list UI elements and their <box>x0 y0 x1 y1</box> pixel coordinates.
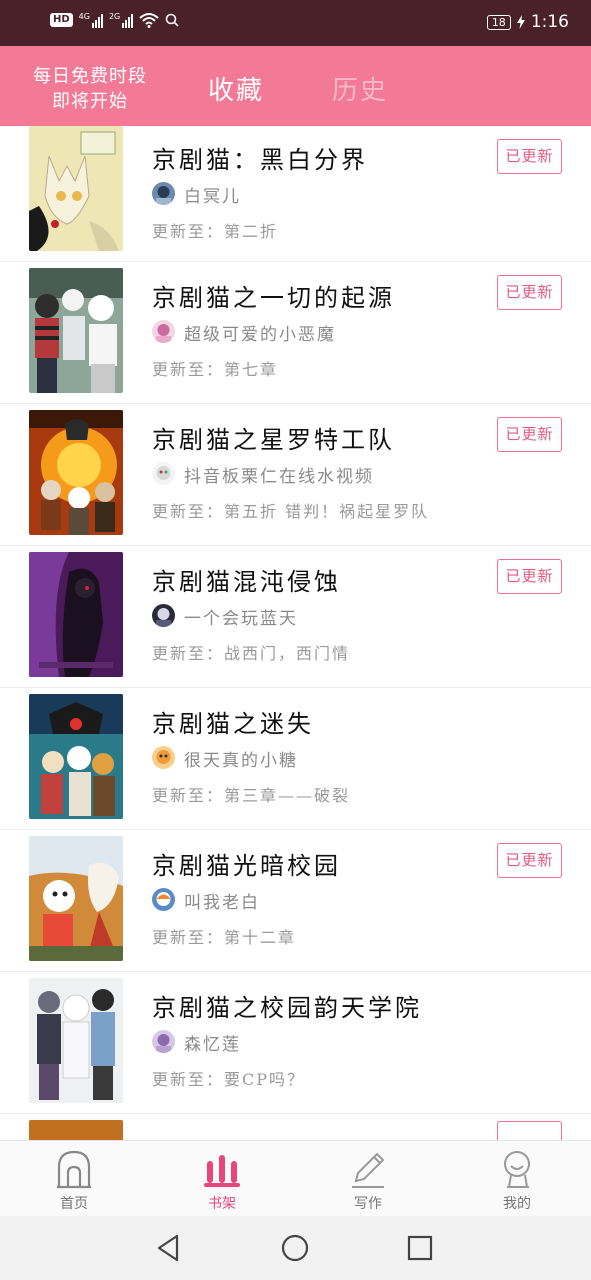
nav-bookshelf[interactable]: 书架 <box>172 1141 272 1217</box>
update-status: 更新至：第五折 错判！祸起星罗队 <box>152 502 430 521</box>
author-avatar <box>152 320 175 343</box>
bookshelf-list: 京剧猫：黑白分界 白冥儿 更新至：第二折 已更新 京剧猫之一切的起源 超级可爱的… <box>0 126 591 1140</box>
book-row[interactable]: 京剧猫：黑白分界 白冥儿 更新至：第二折 已更新 <box>0 126 591 262</box>
book-title: 京剧猫：黑白分界 <box>152 146 368 174</box>
book-cover-image[interactable] <box>29 694 123 819</box>
status-bar: HD 4G 2G 18 1:16 <box>0 0 591 46</box>
book-cover-image[interactable] <box>29 552 123 677</box>
author-avatar <box>152 746 175 769</box>
tab-history[interactable]: 历史 <box>332 70 388 107</box>
book-row[interactable]: 京剧猫之迷失 很天真的小糖 更新至：第三章——破裂 <box>0 688 591 830</box>
nav-home-label: 首页 <box>60 1196 88 1212</box>
update-status: 更新至：第七章 <box>152 360 279 379</box>
book-title: 京剧猫之一切的起源 <box>152 284 395 312</box>
nav-mine-label: 我的 <box>503 1196 531 1212</box>
update-status: 更新至：第三章——破裂 <box>152 786 351 805</box>
author-avatar <box>152 888 175 911</box>
search-icon <box>165 13 179 27</box>
signal-sim2-icon: 2G <box>108 12 134 28</box>
update-status: 更新至：第二折 <box>152 222 279 241</box>
book-title: 京剧猫之星罗特工队 <box>152 426 395 454</box>
book-cover-image[interactable] <box>29 410 123 535</box>
author-name: 超级可爱的小恶魔 <box>184 325 336 345</box>
status-right: 18 1:16 <box>486 12 569 32</box>
updated-badge <box>497 1121 562 1140</box>
author-avatar <box>152 1030 175 1053</box>
book-row[interactable]: 京剧猫混沌侵蚀 一个会玩蓝天 更新至：战西门，西门情 已更新 <box>0 546 591 688</box>
wifi-icon <box>139 13 159 28</box>
bottom-nav: 首页 书架 写作 我的 <box>0 1140 591 1216</box>
charging-icon <box>516 15 525 29</box>
person-bust-icon <box>504 1151 530 1188</box>
book-cover-image[interactable] <box>29 836 123 961</box>
home-arch-icon <box>57 1150 91 1189</box>
promo-line-2: 即将开始 <box>52 91 128 112</box>
book-title: 京剧猫之迷失 <box>152 710 314 738</box>
book-cover-image[interactable] <box>29 978 123 1103</box>
tab-favorites[interactable]: 收藏 <box>208 70 264 107</box>
author-avatar <box>152 462 175 485</box>
update-status: 更新至：第十二章 <box>152 928 297 947</box>
home-circle-icon[interactable] <box>279 1232 311 1264</box>
book-title: 京剧猫混沌侵蚀 <box>152 568 341 596</box>
book-row[interactable]: 京剧猫之一切的起源 超级可爱的小恶魔 更新至：第七章 已更新 <box>0 262 591 404</box>
nav-write[interactable]: 写作 <box>318 1141 418 1217</box>
pencil-icon <box>352 1152 385 1188</box>
clock: 1:16 <box>530 12 569 32</box>
book-row[interactable]: 京剧猫之校园韵天学院 森忆莲 更新至：要CP吗？ <box>0 972 591 1114</box>
book-title: 京剧猫光暗校园 <box>152 852 341 880</box>
sim1-network-label: 4G <box>78 12 90 21</box>
promo-line-1: 每日免费时段 <box>33 66 147 87</box>
book-cover-image[interactable] <box>29 268 123 393</box>
update-status: 更新至：要CP吗？ <box>152 1070 306 1089</box>
updated-badge: 已更新 <box>497 559 562 594</box>
book-cover-image[interactable] <box>29 126 123 251</box>
book-cover-image[interactable] <box>29 1120 123 1140</box>
book-row[interactable]: 京剧猫之星罗特工队 抖音板栗仁在线水视频 更新至：第五折 错判！祸起星罗队 已更… <box>0 404 591 546</box>
update-status: 更新至：战西门，西门情 <box>152 644 351 663</box>
nav-mine[interactable]: 我的 <box>467 1141 567 1217</box>
updated-badge: 已更新 <box>497 139 562 174</box>
updated-badge: 已更新 <box>497 417 562 452</box>
nav-write-label: 写作 <box>354 1196 382 1212</box>
author-name: 叫我老白 <box>184 893 260 913</box>
updated-badge: 已更新 <box>497 275 562 310</box>
author-avatar <box>152 182 175 205</box>
author-avatar <box>152 604 175 627</box>
book-row[interactable] <box>0 1114 591 1140</box>
signal-sim1-icon: 4G <box>79 12 103 28</box>
author-name: 很天真的小糖 <box>184 751 298 771</box>
author-name: 抖音板栗仁在线水视频 <box>184 467 374 487</box>
recent-square-icon[interactable] <box>404 1232 436 1264</box>
system-nav-bar <box>0 1216 591 1280</box>
book-row[interactable]: 京剧猫光暗校园 叫我老白 更新至：第十二章 已更新 <box>0 830 591 972</box>
nav-bookshelf-label: 书架 <box>208 1196 236 1212</box>
sim2-network-label: 2G <box>108 12 121 21</box>
author-name: 森忆莲 <box>184 1035 241 1055</box>
author-name: 白冥儿 <box>184 187 241 207</box>
top-header: 每日免费时段 即将开始 收藏 历史 <box>0 46 591 126</box>
nav-home[interactable]: 首页 <box>24 1141 124 1217</box>
book-title: 京剧猫之校园韵天学院 <box>152 994 422 1022</box>
back-triangle-icon[interactable] <box>153 1232 185 1264</box>
hd-icon: HD <box>50 13 73 27</box>
free-period-promo[interactable]: 每日免费时段 即将开始 <box>24 64 156 114</box>
updated-badge: 已更新 <box>497 843 562 878</box>
battery-icon: 18 <box>486 14 511 30</box>
author-name: 一个会玩蓝天 <box>184 609 298 629</box>
status-left: HD 4G 2G <box>50 12 179 28</box>
bookshelf-bars-icon <box>204 1155 240 1187</box>
